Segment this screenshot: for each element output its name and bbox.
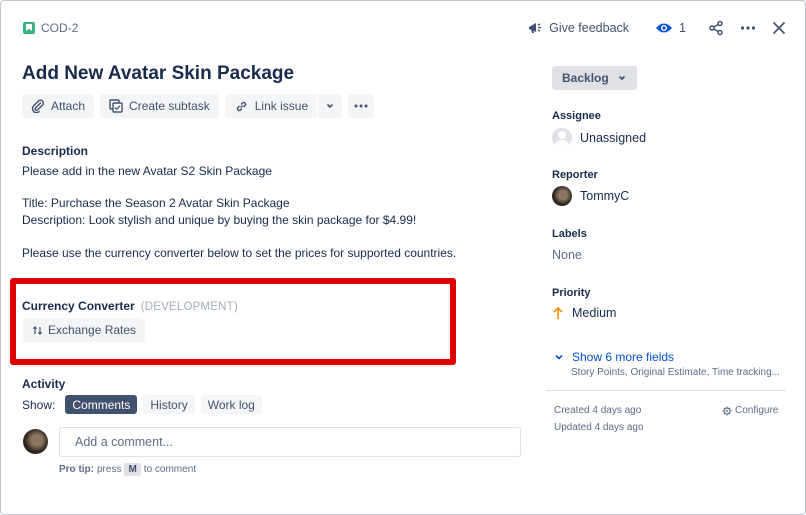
currency-converter-title: Currency Converter [22, 299, 135, 313]
reporter-avatar [552, 186, 572, 206]
tab-work-log[interactable]: Work log [200, 395, 262, 414]
subtask-icon [109, 99, 123, 113]
status-label: Backlog [562, 71, 609, 85]
issue-key: COD-2 [41, 21, 79, 35]
attach-label: Attach [51, 99, 86, 113]
more-actions-button[interactable] [732, 14, 764, 42]
issue-key-link[interactable]: COD-2 [23, 21, 78, 35]
chevron-down-icon [555, 354, 563, 360]
reporter-value: TommyC [580, 189, 630, 203]
shortcut-key: M [124, 463, 141, 476]
priority-value: Medium [572, 306, 617, 320]
protip-prefix: Pro tip: [59, 464, 94, 475]
labels-field[interactable]: None [552, 248, 582, 262]
attach-button[interactable]: Attach [22, 94, 95, 118]
comment-input[interactable]: Add a comment... [59, 427, 521, 457]
labels-label: Labels [552, 228, 587, 240]
megaphone-icon [529, 23, 542, 33]
configure-button[interactable]: Configure [722, 405, 778, 416]
exchange-rates-button[interactable]: Exchange Rates [23, 318, 146, 342]
comment-placeholder: Add a comment... [75, 435, 173, 449]
link-issue-dropdown[interactable] [318, 94, 343, 118]
tab-history[interactable]: History [143, 395, 195, 414]
reporter-field[interactable]: TommyC [552, 186, 629, 206]
give-feedback-label: Give feedback [549, 21, 630, 35]
create-subtask-label: Create subtask [129, 99, 210, 113]
create-subtask-button[interactable]: Create subtask [100, 94, 219, 118]
development-tag: (DEVELOPMENT) [140, 301, 238, 313]
paperclip-icon [31, 99, 45, 113]
show-label: Show: [22, 397, 56, 412]
activity-filter: Show: Comments History Work log [22, 395, 262, 414]
gear-icon [722, 406, 732, 415]
link-issue-group: Link issue [224, 94, 343, 118]
assignee-label: Assignee [552, 110, 601, 122]
tab-comments[interactable]: Comments [65, 395, 138, 414]
ellipsis-icon [354, 104, 368, 108]
priority-field[interactable]: Medium [552, 306, 616, 320]
priority-label: Priority [552, 287, 591, 299]
configure-label: Configure [735, 405, 779, 416]
more-fields-summary: Story Points, Original Estimate, Time tr… [571, 367, 780, 378]
description-line: Please use the currency converter below … [22, 246, 457, 260]
currency-converter-heading: Currency Converter (DEVELOPMENT) [22, 299, 238, 313]
reporter-label: Reporter [552, 169, 598, 181]
issue-title[interactable]: Add New Avatar Skin Package [22, 63, 294, 85]
status-dropdown[interactable]: Backlog [552, 66, 637, 90]
sidebar-divider [546, 390, 786, 391]
updated-date: Updated 4 days ago [554, 422, 644, 433]
created-date: Created 4 days ago [554, 405, 642, 416]
description-line: Please add in the new Avatar S2 Skin Pac… [22, 164, 272, 178]
show-more-fields-label: Show 6 more fields [572, 350, 675, 364]
assignee-field[interactable]: Unassigned [552, 128, 646, 148]
exchange-icon [32, 325, 43, 335]
share-button[interactable] [700, 14, 732, 42]
give-feedback-button[interactable]: Give feedback [519, 14, 637, 42]
priority-medium-arrow-icon [553, 306, 563, 319]
pro-tip: Pro tip: press M to comment [59, 463, 196, 476]
close-button[interactable] [764, 14, 794, 42]
unassigned-avatar-icon [552, 128, 572, 148]
protip-suffix: to comment [143, 464, 197, 475]
assignee-value: Unassigned [580, 131, 647, 145]
link-icon [236, 101, 246, 111]
description-heading: Description [22, 144, 89, 158]
watch-button[interactable]: 1 [647, 14, 694, 42]
labels-value: None [552, 248, 582, 262]
description-line: Title: Purchase the Season 2 Avatar Skin… [22, 196, 290, 210]
watch-count: 1 [679, 21, 686, 35]
description-line: Description: Look stylish and unique by … [22, 213, 417, 227]
chevron-down-icon [327, 103, 334, 109]
story-type-icon [23, 22, 35, 34]
show-more-fields-button[interactable]: Show 6 more fields [554, 350, 674, 364]
link-issue-label: Link issue [254, 99, 309, 113]
chevron-down-icon [618, 75, 625, 81]
current-user-avatar [23, 429, 48, 454]
protip-press: press [97, 464, 122, 475]
header-actions: Give feedback 1 [519, 14, 794, 42]
ellipsis-icon [740, 26, 756, 30]
share-icon [709, 20, 723, 36]
link-issue-button[interactable]: Link issue [224, 94, 318, 118]
activity-heading: Activity [22, 377, 66, 391]
toolbar-more-button[interactable] [348, 94, 375, 118]
exchange-rates-label: Exchange Rates [48, 323, 137, 337]
eye-icon [656, 23, 673, 33]
issue-toolbar: Attach Create subtask Link issue [22, 94, 375, 118]
close-icon [772, 21, 786, 35]
